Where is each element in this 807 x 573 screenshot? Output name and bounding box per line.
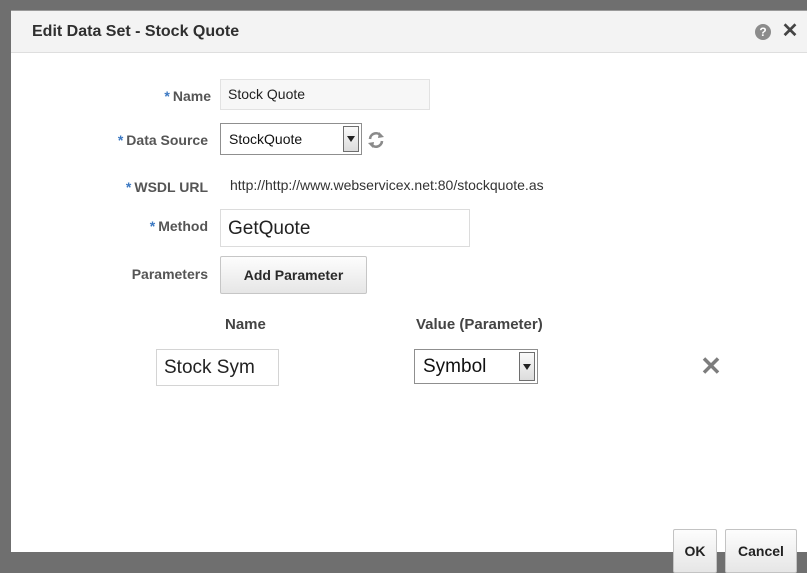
add-parameter-button[interactable]: Add Parameter xyxy=(220,256,367,294)
delete-parameter-icon[interactable]: ✕ xyxy=(699,353,723,379)
data-source-select[interactable]: StockQuote xyxy=(220,123,362,155)
name-input[interactable]: Stock Quote xyxy=(220,79,430,110)
wsdl-url-label: * WSDL URL xyxy=(125,179,208,195)
name-label: * Name xyxy=(164,88,211,104)
param-value: Symbol xyxy=(423,356,487,377)
param-name-header: Name xyxy=(225,316,266,333)
required-marker: * xyxy=(149,218,156,234)
data-source-value: StockQuote xyxy=(229,131,303,147)
param-value-select[interactable]: Symbol xyxy=(414,349,538,384)
required-marker: * xyxy=(125,179,132,195)
ok-button[interactable]: OK xyxy=(673,529,717,573)
method-input[interactable]: GetQuote xyxy=(220,209,470,247)
help-icon[interactable]: ? xyxy=(755,24,771,40)
param-name-input[interactable]: Stock Sym xyxy=(156,349,279,386)
param-value-header: Value (Parameter) xyxy=(416,316,543,333)
chevron-down-icon[interactable] xyxy=(519,352,535,381)
required-marker: * xyxy=(164,88,170,104)
close-icon[interactable]: ✕ xyxy=(780,19,800,43)
refresh-icon[interactable] xyxy=(366,131,386,149)
method-label: * Method xyxy=(149,218,208,234)
data-source-label: * Data Source xyxy=(117,132,208,148)
required-marker: * xyxy=(117,132,124,148)
dialog-title: Edit Data Set - Stock Quote xyxy=(32,23,240,40)
edit-data-set-dialog: Edit Data Set - Stock Quote ? ✕ * Name St… xyxy=(11,10,807,573)
dialog-titlebar: Edit Data Set - Stock Quote ? ✕ xyxy=(11,11,807,53)
cancel-button[interactable]: Cancel xyxy=(725,529,797,573)
chevron-down-icon[interactable] xyxy=(343,126,359,152)
wsdl-url-value: http://http://www.webservicex.net:80/sto… xyxy=(230,177,544,193)
parameters-label: Parameters xyxy=(131,266,208,282)
